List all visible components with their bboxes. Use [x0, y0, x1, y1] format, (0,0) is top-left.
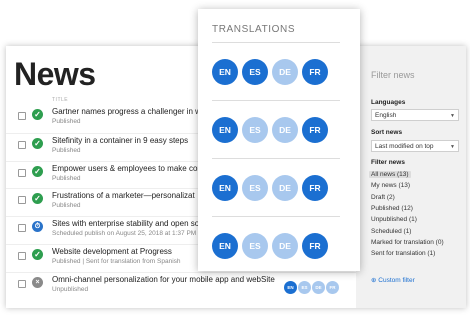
news-item-title[interactable]: Frustrations of a marketer—personalizat: [52, 191, 195, 200]
row-checkbox[interactable]: [18, 252, 26, 260]
chevron-down-icon: ▼: [450, 113, 455, 119]
news-item-status: Unpublished: [52, 286, 89, 293]
filter-option[interactable]: Sent for translation (1): [371, 250, 435, 257]
check-circle-icon: ✓: [32, 138, 43, 149]
plus-icon: ⊕: [371, 277, 377, 284]
news-item-title[interactable]: Empower users & employees to make conte: [52, 164, 209, 173]
filter-option[interactable]: My news (13): [371, 182, 410, 189]
translation-de-button[interactable]: DE: [272, 117, 298, 143]
language-badge-fr[interactable]: FR: [326, 281, 339, 294]
translations-title: TRANSLATIONS: [212, 24, 296, 35]
translation-de-button[interactable]: DE: [272, 233, 298, 259]
check-circle-icon: ✓: [32, 193, 43, 204]
row-checkbox[interactable]: [18, 196, 26, 204]
sort-select[interactable]: Last modified on top ▼: [371, 140, 459, 152]
translation-es-button[interactable]: ES: [242, 59, 268, 85]
translations-popup: TRANSLATIONS EN ES DE FR EN ES DE FR EN ES DE FR EN E…: [198, 9, 360, 271]
language-select[interactable]: English ▼: [371, 109, 459, 121]
filter-title: Filter news: [371, 70, 415, 80]
translation-es-button[interactable]: ES: [242, 233, 268, 259]
sort-label: Sort news: [371, 129, 403, 136]
filter-option[interactable]: Unpublished (1): [371, 216, 417, 223]
news-item-status: Published: [52, 147, 81, 154]
translation-de-button[interactable]: DE: [272, 59, 298, 85]
sort-select-value: Last modified on top: [375, 143, 434, 150]
filter-sidebar: Filter news Languages English ▼ Sort new…: [356, 46, 466, 308]
translation-en-button[interactable]: EN: [212, 117, 238, 143]
translation-row: EN ES DE FR: [212, 100, 340, 159]
chevron-down-icon: ▼: [450, 144, 455, 150]
row-language-badges: EN ES DE FR: [284, 276, 340, 294]
news-item-title[interactable]: Sites with enterprise stability and open…: [52, 219, 206, 228]
translation-row: EN ES DE FR: [212, 42, 340, 101]
filter-options-label: Filter news: [371, 159, 405, 166]
news-item-title[interactable]: Gartner names progress a challenger in w…: [52, 107, 210, 116]
news-item-status: Published: [52, 175, 81, 182]
news-item-status: Scheduled publish on August 25, 2018 at …: [52, 230, 197, 237]
language-badge-de[interactable]: DE: [312, 281, 325, 294]
translation-en-button[interactable]: EN: [212, 175, 238, 201]
check-circle-icon: ✓: [32, 109, 43, 120]
news-item-status: Published: [52, 118, 81, 125]
filter-option[interactable]: Published (12): [371, 205, 413, 212]
row-checkbox[interactable]: [18, 224, 26, 232]
news-item-title[interactable]: Sitefinity in a container in 9 easy step…: [52, 136, 188, 145]
news-item-status: Published: [52, 202, 81, 209]
filter-option[interactable]: Scheduled (1): [371, 228, 411, 235]
news-item-title[interactable]: Omni-channel personalization for your mo…: [52, 275, 275, 284]
custom-filter-label: Custom filter: [378, 277, 415, 284]
filter-option[interactable]: All news (13): [369, 171, 411, 178]
x-circle-icon: ×: [32, 277, 43, 288]
row-checkbox[interactable]: [18, 169, 26, 177]
translation-fr-button[interactable]: FR: [302, 175, 328, 201]
page-title: News: [14, 56, 96, 92]
translation-row: EN ES DE FR: [212, 216, 340, 275]
language-badge-es[interactable]: ES: [298, 281, 311, 294]
filter-option[interactable]: Draft (2): [371, 194, 395, 201]
filter-option[interactable]: Marked for translation (0): [371, 239, 444, 246]
translation-fr-button[interactable]: FR: [302, 59, 328, 85]
clock-icon: ⏱: [32, 221, 43, 232]
check-circle-icon: ✓: [32, 249, 43, 260]
translation-fr-button[interactable]: FR: [302, 233, 328, 259]
check-circle-icon: ✓: [32, 166, 43, 177]
translation-es-button[interactable]: ES: [242, 175, 268, 201]
language-select-value: English: [375, 112, 397, 119]
custom-filter-link[interactable]: ⊕ Custom filter: [371, 276, 415, 284]
news-item-title[interactable]: Website development at Progress: [52, 247, 172, 256]
translation-en-button[interactable]: EN: [212, 59, 238, 85]
table-row[interactable]: × Omni-channel personalization for your m…: [6, 272, 356, 301]
column-header-title[interactable]: TITLE: [52, 97, 68, 103]
translation-en-button[interactable]: EN: [212, 233, 238, 259]
translation-row: EN ES DE FR: [212, 158, 340, 217]
translation-de-button[interactable]: DE: [272, 175, 298, 201]
translation-fr-button[interactable]: FR: [302, 117, 328, 143]
row-checkbox[interactable]: [18, 112, 26, 120]
language-badge-en[interactable]: EN: [284, 281, 297, 294]
languages-label: Languages: [371, 99, 406, 106]
translation-es-button[interactable]: ES: [242, 117, 268, 143]
row-checkbox[interactable]: [18, 280, 26, 288]
row-checkbox[interactable]: [18, 141, 26, 149]
news-item-status: Published | Sent for translation from Sp…: [52, 258, 181, 265]
